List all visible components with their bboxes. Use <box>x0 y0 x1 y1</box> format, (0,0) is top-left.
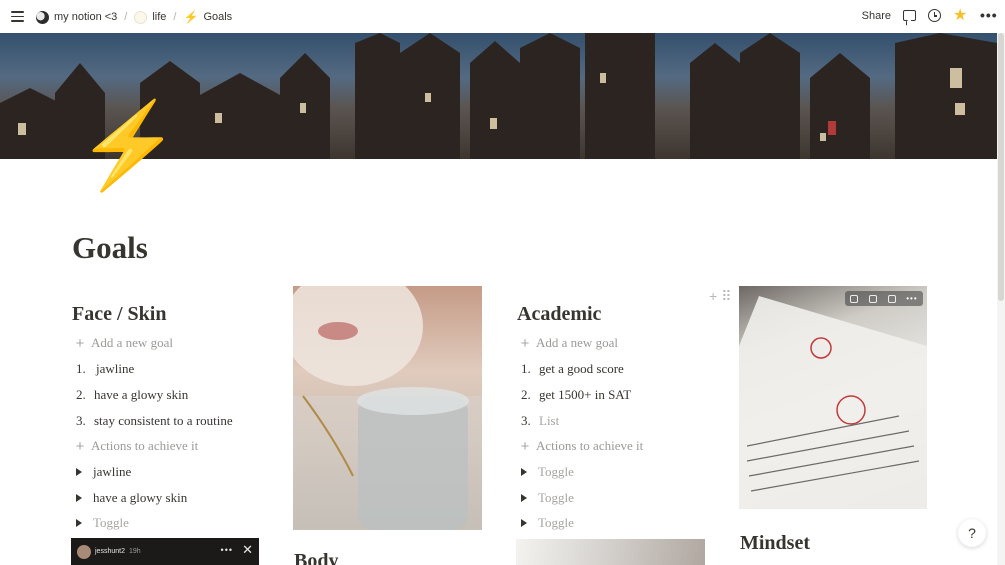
list-item[interactable]: 2. get 1500+ in SAT <box>521 387 631 403</box>
breadcrumb-separator: / <box>173 11 177 23</box>
graded-paper-illustration <box>739 296 927 509</box>
actions-label: Actions to achieve it <box>91 438 199 453</box>
list-item-text: stay consistent to a routine <box>94 413 233 428</box>
list-number: 2. <box>521 387 531 402</box>
toggle-arrow-icon[interactable] <box>76 468 82 476</box>
lightning-icon: ⚡ <box>183 10 199 24</box>
actions-label: Actions to achieve it <box>536 438 644 453</box>
add-goal-label: Add a new goal <box>536 335 618 350</box>
more-icon[interactable]: ••• <box>906 294 917 303</box>
toggle-item[interactable]: Toggle <box>74 515 129 531</box>
page-icon-lightning[interactable]: ⚡ <box>76 105 181 189</box>
toggle-arrow-icon[interactable] <box>76 519 82 527</box>
toggle-text: jawline <box>93 464 132 479</box>
list-number: 1. <box>521 361 531 376</box>
list-number: 3. <box>76 413 86 428</box>
face-mask-illustration <box>293 286 482 530</box>
close-icon: ✕ <box>242 542 253 557</box>
toggle-arrow-icon[interactable] <box>521 519 527 527</box>
actions-to-achieve-face[interactable]: + Actions to achieve it <box>75 437 199 455</box>
list-item[interactable]: 2. have a glowy skin <box>76 387 188 403</box>
graded-paper-photo[interactable] <box>739 286 927 509</box>
plus-icon: + <box>520 334 530 352</box>
sun-icon <box>134 10 148 24</box>
breadcrumb: my notion <3 / life / ⚡ Goals <box>36 9 232 25</box>
breadcrumb-item-my-notion[interactable]: my notion <3 <box>54 11 117 23</box>
add-goal-label: Add a new goal <box>91 335 173 350</box>
list-number: 2. <box>76 387 86 402</box>
toggle-item[interactable]: Toggle <box>519 515 574 531</box>
more-icon: ••• <box>220 545 233 555</box>
topbar: my notion <3 / life / ⚡ Goals Share ★ ••… <box>0 0 1005 33</box>
moon-icon <box>36 10 49 24</box>
comment-icon[interactable] <box>850 294 859 303</box>
toggle-text: Toggle <box>93 515 129 530</box>
list-item-text: have a glowy skin <box>94 387 189 402</box>
breadcrumb-item-life[interactable]: life <box>152 11 166 23</box>
toggle-text: have a glowy skin <box>93 490 188 505</box>
breadcrumb-separator: / <box>124 11 128 23</box>
share-button[interactable]: Share <box>862 10 891 22</box>
list-number: 1. <box>76 361 86 376</box>
scrollbar[interactable] <box>997 33 1005 565</box>
list-number: 3. <box>521 413 531 428</box>
heading-mindset[interactable]: Mindset <box>740 532 810 555</box>
list-item[interactable]: 3. stay consistent to a routine <box>76 413 233 429</box>
block-handles[interactable]: + ⠿ <box>709 289 731 303</box>
more-icon[interactable]: ••• <box>980 8 997 23</box>
breadcrumb-item-goals[interactable]: Goals <box>203 11 232 23</box>
add-new-goal-face[interactable]: + Add a new goal <box>75 335 173 351</box>
story-username: jesshunt2 <box>95 548 125 555</box>
plus-icon: + <box>520 437 530 455</box>
toggle-arrow-icon[interactable] <box>521 468 527 476</box>
list-item[interactable]: 1. get a good score <box>521 361 624 377</box>
scrollbar-thumb[interactable] <box>998 33 1004 301</box>
plus-icon: + <box>75 437 85 455</box>
list-item-text: get 1500+ in SAT <box>539 387 632 402</box>
star-icon[interactable]: ★ <box>953 8 968 24</box>
actions-to-achieve-academic[interactable]: + Actions to achieve it <box>520 437 644 455</box>
heading-body[interactable]: Body <box>294 550 338 565</box>
image-toolbar[interactable]: ••• <box>845 291 923 306</box>
add-block-icon[interactable]: + <box>709 289 717 303</box>
toggle-item[interactable]: jawline <box>74 464 131 480</box>
list-item-text: get a good score <box>539 361 624 376</box>
toggle-item[interactable]: Toggle <box>519 464 574 480</box>
help-button[interactable]: ? <box>958 519 986 547</box>
download-icon[interactable] <box>887 294 896 303</box>
toggle-text: Toggle <box>538 490 574 505</box>
list-item-text: jawline <box>96 361 135 376</box>
menu-icon[interactable] <box>11 11 24 22</box>
toggle-item[interactable]: Toggle <box>519 490 574 506</box>
heading-academic[interactable]: Academic <box>517 303 601 326</box>
list-item[interactable]: 3. List <box>521 413 559 429</box>
book-photo[interactable] <box>516 539 705 565</box>
story-image[interactable]: jesshunt2 19h ••• ✕ <box>71 538 259 565</box>
list-item[interactable]: 1. jawline <box>76 361 134 377</box>
clock-icon[interactable] <box>928 9 941 22</box>
heading-face-skin[interactable]: Face / Skin <box>72 303 166 326</box>
caption-icon[interactable] <box>868 294 877 303</box>
drag-handle-icon[interactable]: ⠿ <box>721 289 731 303</box>
toggle-item[interactable]: have a glowy skin <box>74 490 187 506</box>
comment-icon[interactable] <box>903 10 916 21</box>
toggle-text: Toggle <box>538 515 574 530</box>
toggle-text: Toggle <box>538 464 574 479</box>
toggle-arrow-icon[interactable] <box>521 494 527 502</box>
avatar <box>77 544 91 559</box>
toggle-arrow-icon[interactable] <box>76 494 82 502</box>
story-time: 19h <box>128 548 141 555</box>
plus-icon: + <box>75 334 85 352</box>
add-new-goal-academic[interactable]: + Add a new goal <box>520 335 618 351</box>
page-title[interactable]: Goals <box>72 230 148 266</box>
face-mask-photo[interactable] <box>293 286 482 530</box>
list-item-text: List <box>539 413 560 428</box>
